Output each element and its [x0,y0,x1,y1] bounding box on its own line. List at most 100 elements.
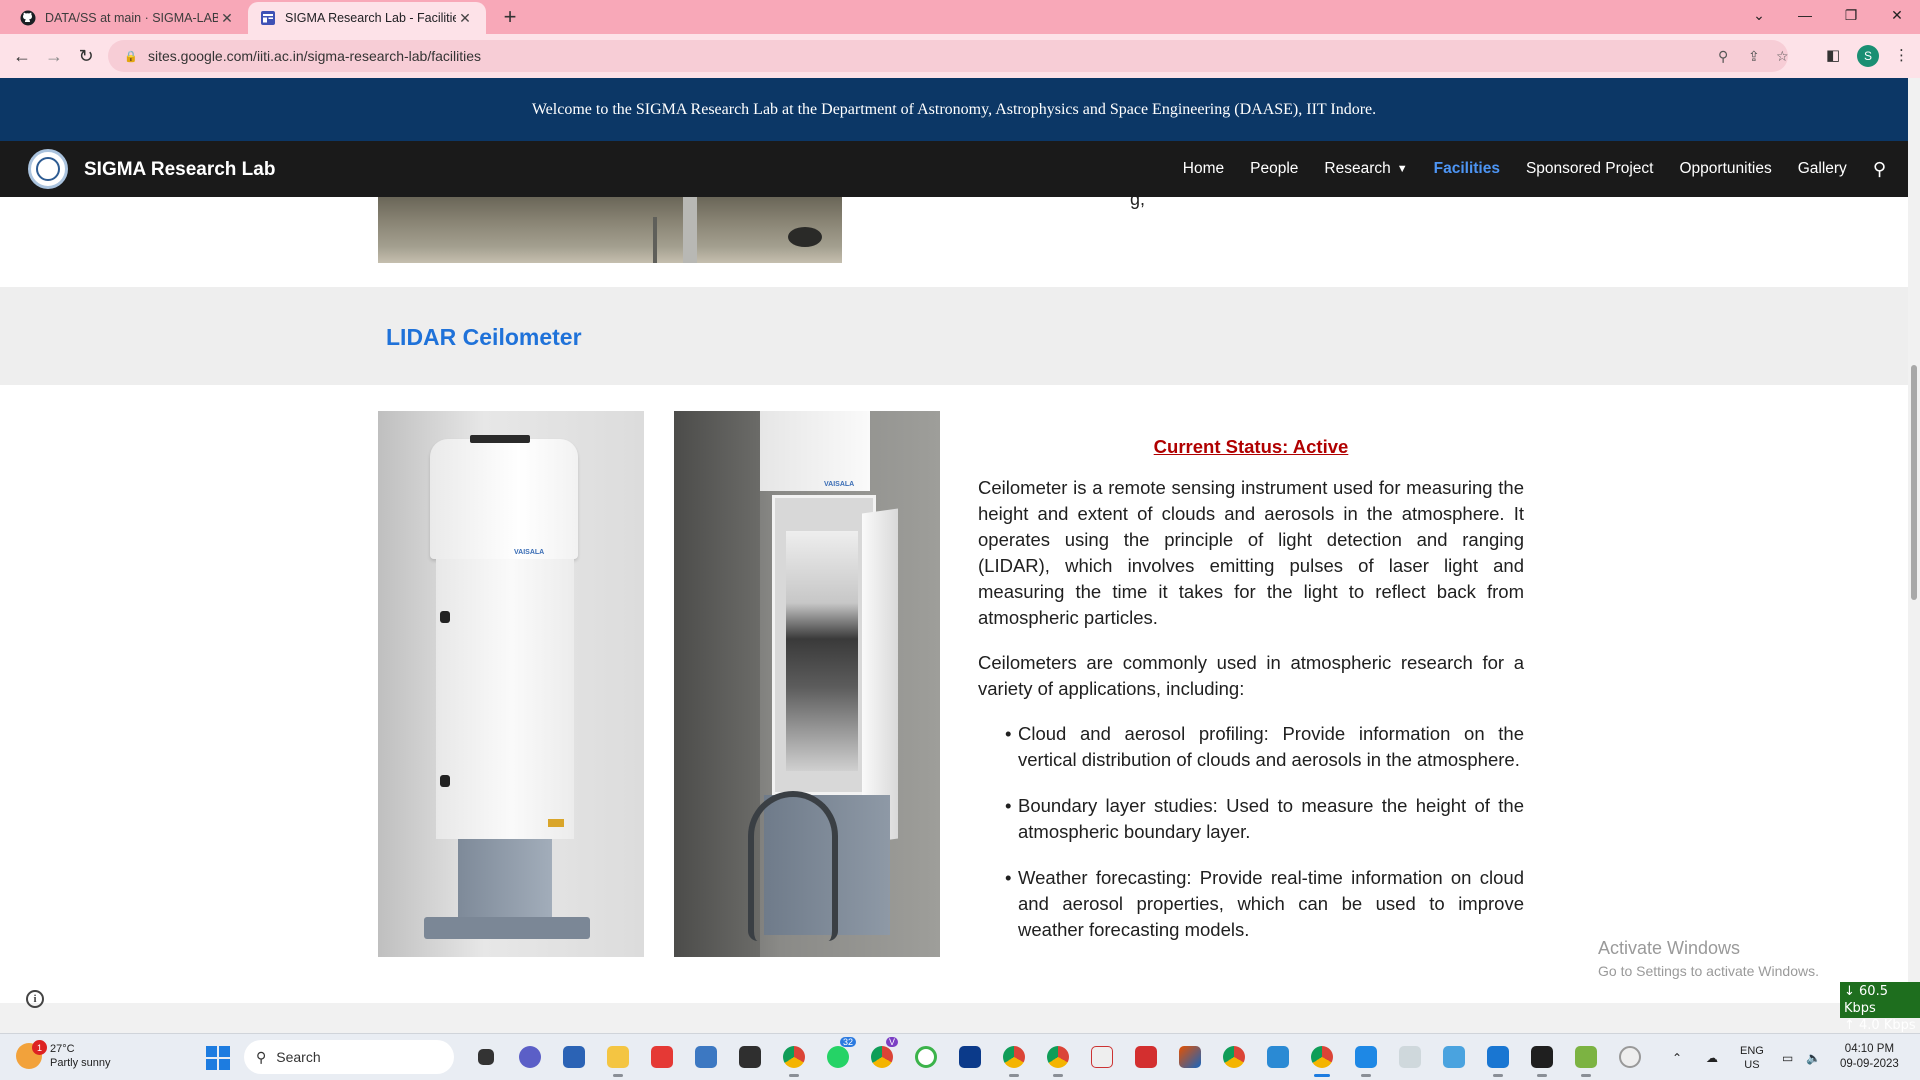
upload-speed: ↑ 4.0 Kbps [1844,1018,1916,1033]
chrome-profile-2-icon[interactable] [998,1041,1030,1077]
taskbar-search-box[interactable]: ⚲ Search [244,1040,454,1074]
side-panel-icon[interactable]: ◧ [1826,46,1840,64]
task-view-icon[interactable] [470,1041,502,1073]
input-language[interactable]: ENG US [1740,1034,1764,1080]
acrobat-icon[interactable] [1130,1041,1162,1073]
file-explorer-icon[interactable] [602,1041,634,1077]
site-search-icon[interactable]: ⚲ [1873,159,1886,180]
whatsapp-badge: 32 [839,1037,856,1047]
section-header-band: LIDAR Ceilometer [0,287,1908,385]
performance-monitor-icon[interactable] [1394,1041,1426,1073]
scrollbar-thumb[interactable] [1911,365,1917,600]
weather-description: Partly sunny [50,1057,111,1069]
forward-icon[interactable]: → [40,42,68,70]
chrome-profile-3-icon[interactable] [1042,1041,1074,1077]
teams-chat-icon[interactable] [514,1041,546,1073]
tab-title: DATA/SS at main · SIGMA-LAB-IIT [45,11,218,25]
window-close-icon[interactable]: ✕ [1874,0,1920,30]
clock-app-icon[interactable] [1614,1041,1646,1073]
nav-people[interactable]: People [1250,160,1298,178]
viber-badge: V [885,1037,898,1047]
section-title: LIDAR Ceilometer [386,324,582,350]
site-name[interactable]: SIGMA Research Lab [84,159,275,181]
network-tool-icon[interactable] [1438,1041,1470,1073]
terminal-app-icon[interactable] [734,1041,766,1073]
chrome-profile-4-icon[interactable] [1218,1041,1250,1073]
bookmark-star-icon[interactable]: ☆ [1776,40,1789,72]
nav-gallery[interactable]: Gallery [1798,160,1847,178]
language-code: ENG [1740,1044,1764,1057]
webex-icon[interactable] [954,1041,986,1073]
reload-icon[interactable]: ↻ [72,42,100,70]
new-tab-icon[interactable]: + [498,5,522,29]
network-status-icon[interactable]: ▭ [1782,1034,1793,1080]
clock-time: 04:10 PM [1844,1043,1895,1055]
volume-icon[interactable]: 🔈 [1806,1034,1821,1080]
previous-instrument-photo [378,197,842,263]
list-item: Weather forecasting: Provide real-time i… [978,865,1524,943]
nav-sponsored-project[interactable]: Sponsored Project [1526,160,1654,178]
menu-kebab-icon[interactable]: ⋮ [1894,46,1909,64]
watermark-title: Activate Windows [1598,938,1741,958]
share-icon[interactable]: ⇪ [1748,40,1760,72]
applications-list: Cloud and aerosol profiling: Provide inf… [978,721,1524,943]
close-tab-icon[interactable]: ✕ [218,10,236,27]
region-code: US [1744,1058,1760,1071]
site-info-icon[interactable]: i [26,990,44,1008]
system-clock[interactable]: 04:10 PM 09-09-2023 [1840,1042,1899,1072]
spreadsheet-chart-icon[interactable] [1570,1041,1602,1077]
lock-icon[interactable]: 🔒 [124,50,138,63]
activate-windows-watermark: Activate Windows Go to Settings to activ… [1598,938,1819,979]
matlab-icon[interactable] [1174,1041,1206,1073]
onedrive-cloud-icon[interactable]: ☁ [1706,1034,1718,1080]
notepad-icon[interactable] [1482,1041,1514,1077]
applications-intro: Ceilometers are commonly used in atmosph… [978,652,1524,699]
nav-facilities[interactable]: Facilities [1434,160,1500,178]
previous-section-text-fragment: g, [1130,197,1146,209]
remote-desktop-icon[interactable] [1350,1041,1382,1077]
nav-opportunities[interactable]: Opportunities [1680,160,1772,178]
clock-date: 09-09-2023 [1840,1058,1899,1070]
list-item: Cloud and aerosol profiling: Provide inf… [978,721,1524,773]
browser-tab-github[interactable]: DATA/SS at main · SIGMA-LAB-IIT ✕ [8,2,248,34]
anydesk-icon[interactable] [646,1041,678,1073]
google-sites-icon [260,10,276,26]
profile-avatar[interactable]: S [1857,45,1879,67]
close-tab-icon[interactable]: ✕ [456,10,474,27]
iit-indore-logo[interactable] [28,149,68,189]
back-icon[interactable]: ← [8,42,36,70]
show-hidden-icons-chevron-icon[interactable]: ⌃ [1672,1034,1682,1080]
nav-research[interactable]: Research ▼ [1324,160,1407,178]
taskbar-search-label: Search [276,1049,321,1065]
circle-app-icon[interactable] [910,1041,942,1073]
tab-search-chevron-icon[interactable]: ⌄ [1736,0,1782,30]
chrome-active-icon[interactable] [1306,1041,1338,1077]
chevron-down-icon: ▼ [1396,163,1408,175]
network-speed-meter: ↓ 60.5 Kbps ↑ 4.0 Kbps [1840,982,1920,1033]
whatsapp-icon[interactable]: 32 [822,1037,856,1073]
url-text: sites.google.com/iiti.ac.in/sigma-resear… [148,48,482,64]
github-icon [20,10,36,26]
zoom-icon[interactable]: ⚲ [1718,40,1728,72]
browser-tab-facilities[interactable]: SIGMA Research Lab - Facilities ✕ [248,2,486,34]
nav-home[interactable]: Home [1183,160,1224,178]
photos-icon[interactable] [690,1041,722,1073]
chrome-profile-icon[interactable]: V [866,1037,898,1073]
weather-widget[interactable]: 1 27°C Partly sunny [16,1040,111,1070]
welcome-banner: Welcome to the SIGMA Research Lab at the… [0,78,1908,141]
powershell-icon[interactable] [558,1041,590,1073]
windows-start-icon[interactable] [206,1046,230,1070]
chrome-icon[interactable] [778,1041,810,1077]
browser-toolbar: ← → ↻ 🔒 sites.google.com/iiti.ac.in/sigm… [0,34,1920,78]
image-editor-icon[interactable] [1262,1041,1294,1073]
minimize-icon[interactable]: — [1782,0,1828,30]
nav-links: Home People Research ▼ Facilities Sponso… [1157,141,1886,197]
command-prompt-icon[interactable] [1526,1041,1558,1077]
restore-icon[interactable]: ❐ [1828,0,1874,30]
weather-temperature: 27°C [50,1043,75,1055]
browser-tab-strip: DATA/SS at main · SIGMA-LAB-IIT ✕ SIGMA … [0,0,1920,34]
notification-badge: 1 [32,1040,47,1055]
address-bar[interactable]: 🔒 sites.google.com/iiti.ac.in/sigma-rese… [108,40,1789,72]
windows-taskbar: 1 27°C Partly sunny ⚲ Search 32 V ⌃ ☁ EN… [0,1033,1920,1080]
java-icon[interactable] [1086,1041,1118,1073]
